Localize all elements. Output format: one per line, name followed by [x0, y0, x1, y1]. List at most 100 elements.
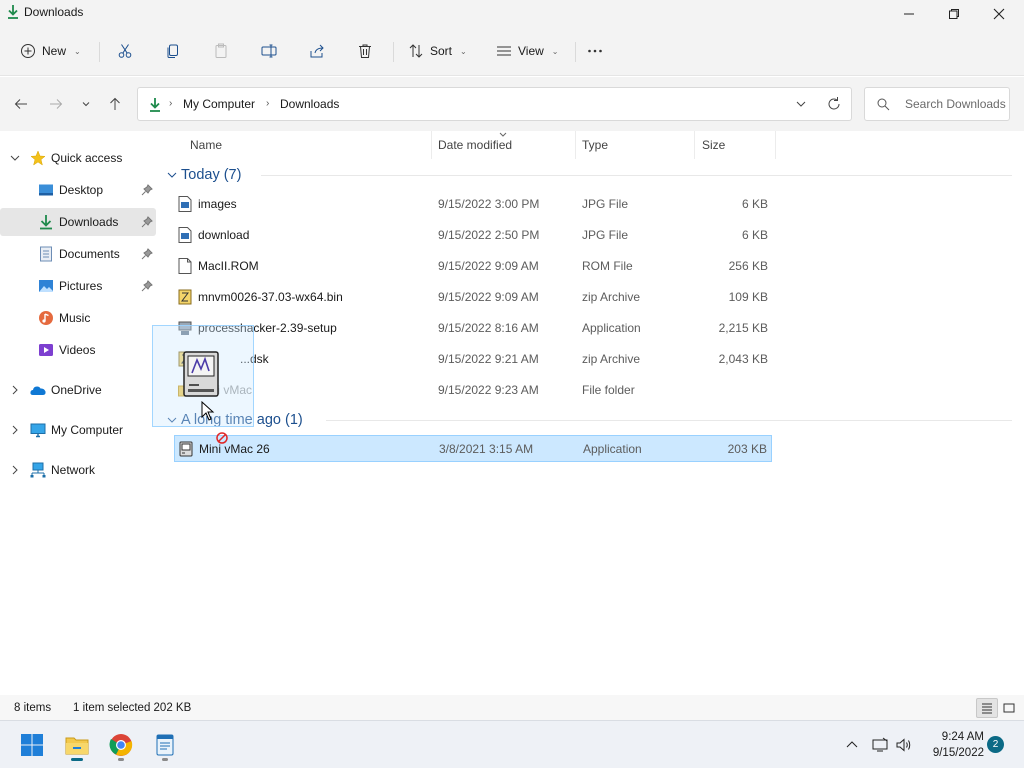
file-date: 9/15/2022 9:09 AM [438, 259, 539, 273]
chevron-up-icon[interactable] [844, 737, 860, 753]
taskbar-file-explorer[interactable] [60, 729, 94, 761]
start-button[interactable] [15, 729, 49, 761]
rename-button[interactable] [261, 38, 277, 64]
column-header-date[interactable]: Date modified [438, 138, 512, 152]
column-header-type[interactable]: Type [582, 138, 608, 152]
file-date: 9/15/2022 8:16 AM [438, 321, 539, 335]
sidebar-item-label: Network [51, 463, 96, 477]
status-bar: 8 items 1 item selected 202 KB [0, 695, 1024, 720]
clock[interactable]: 9:24 AM 9/15/2022 [922, 729, 984, 761]
arrow-up-icon [110, 97, 120, 110]
file-row[interactable]: images 9/15/2022 3:00 PM JPG File 6 KB [174, 191, 772, 218]
more-options-button[interactable] [587, 38, 603, 64]
group-divider [326, 420, 1012, 421]
column-divider[interactable] [775, 131, 776, 159]
chevron-down-icon[interactable] [10, 153, 20, 163]
share-icon [310, 44, 324, 58]
sidebar-item-label: Pictures [59, 279, 103, 293]
pin-icon[interactable] [141, 280, 153, 292]
pin-icon[interactable] [141, 216, 153, 228]
file-date: 9/15/2022 2:50 PM [438, 228, 540, 242]
navigation-pane: Quick access Desktop Downloads Documents… [0, 131, 158, 695]
file-date: 9/15/2022 9:09 AM [438, 290, 539, 304]
item-count: 8 items [14, 702, 52, 714]
pin-icon[interactable] [141, 248, 153, 260]
download-icon [40, 215, 52, 230]
sidebar-item-downloads[interactable]: Downloads [0, 208, 156, 236]
sidebar-item-label: Documents [59, 247, 120, 261]
sort-button[interactable]: Sort ⌄ [408, 38, 467, 64]
maximize-button[interactable] [931, 0, 977, 28]
toolbar-divider [575, 42, 576, 62]
group-header-today[interactable]: Today (7) [166, 163, 1012, 187]
group-header-long-time-ago[interactable]: A long time ago (1) [166, 408, 1012, 432]
sidebar-item-my-computer[interactable]: My Computer [0, 416, 156, 444]
desktop-icon [39, 184, 53, 196]
network-tray-icon[interactable] [872, 737, 888, 753]
sidebar-item-onedrive[interactable]: OneDrive [0, 376, 156, 404]
up-button[interactable] [104, 93, 126, 115]
forward-button[interactable] [45, 93, 67, 115]
chevron-down-icon: ⌄ [551, 46, 559, 56]
volume-icon[interactable] [896, 737, 912, 753]
taskbar-notepad[interactable] [148, 729, 182, 761]
back-button[interactable] [10, 93, 32, 115]
sidebar-item-quick-access[interactable]: Quick access [0, 144, 156, 172]
minimize-button[interactable] [886, 0, 932, 28]
new-button[interactable]: New ⌄ [20, 38, 81, 64]
file-row[interactable]: mnvm0026-37.03-wx64.bin 9/15/2022 9:09 A… [174, 284, 772, 311]
breadcrumb-my-computer[interactable]: My Computer [183, 97, 255, 111]
refresh-icon[interactable] [826, 96, 842, 112]
computer-icon [30, 423, 46, 438]
breadcrumb-chevron-icon[interactable]: › [266, 98, 269, 109]
image-file-icon [178, 196, 192, 212]
search-box[interactable]: Search Downloads [864, 87, 1010, 121]
chevron-right-icon[interactable] [10, 385, 20, 395]
view-button[interactable]: View ⌄ [496, 38, 559, 64]
sidebar-item-pictures[interactable]: Pictures [0, 272, 156, 300]
running-indicator [162, 758, 168, 761]
chevron-right-icon[interactable] [10, 425, 20, 435]
sidebar-item-label: My Computer [51, 423, 124, 437]
sidebar-item-desktop[interactable]: Desktop [0, 176, 156, 204]
file-row[interactable]: processhacker-2.39-setup 9/15/2022 8:16 … [174, 315, 772, 342]
file-row[interactable]: download 9/15/2022 2:50 PM JPG File 6 KB [174, 222, 772, 249]
details-view-icon [982, 703, 992, 714]
file-size: 6 KB [741, 228, 768, 242]
pin-icon[interactable] [141, 184, 153, 196]
copy-button[interactable] [165, 38, 181, 64]
breadcrumb-downloads[interactable]: Downloads [280, 97, 339, 111]
tiles-view-button[interactable] [998, 698, 1020, 718]
column-divider[interactable] [694, 131, 695, 159]
close-button[interactable] [976, 0, 1022, 28]
sidebar-item-network[interactable]: Network [0, 456, 156, 484]
column-divider[interactable] [575, 131, 576, 159]
cut-button[interactable] [117, 38, 133, 64]
file-name: MacII.ROM [198, 259, 259, 273]
file-row[interactable]: Mini vMac 9/15/2022 9:23 AM File folder [174, 377, 772, 404]
file-size: 2,043 KB [718, 352, 768, 366]
share-button[interactable] [309, 38, 325, 64]
address-bar[interactable]: › My Computer › Downloads [137, 87, 852, 121]
file-row[interactable]: Mini vMac 26 3/8/2021 3:15 AM Applicatio… [174, 435, 772, 462]
chevron-down-icon[interactable] [794, 97, 808, 111]
recent-locations-button[interactable] [75, 93, 97, 115]
sidebar-item-music[interactable]: Music [0, 304, 156, 332]
column-header-size[interactable]: Size [702, 138, 725, 152]
file-row[interactable]: ...dsk 9/15/2022 9:21 AM zip Archive 2,0… [174, 346, 772, 373]
paste-button[interactable] [213, 38, 229, 64]
breadcrumb-chevron-icon[interactable]: › [169, 98, 172, 109]
details-view-button[interactable] [976, 698, 998, 718]
notification-badge[interactable]: 2 [987, 736, 1004, 753]
file-row[interactable]: MacII.ROM 9/15/2022 9:09 AM ROM File 256… [174, 253, 772, 280]
sidebar-item-videos[interactable]: Videos [0, 336, 156, 364]
file-name: mnvm0026-37.03-wx64.bin [198, 290, 343, 304]
command-bar: New ⌄ Sort ⌄ View ⌄ [0, 28, 1024, 76]
column-header-name[interactable]: Name [190, 138, 222, 152]
sidebar-item-documents[interactable]: Documents [0, 240, 156, 268]
column-divider[interactable] [431, 131, 432, 159]
file-size: 109 KB [728, 290, 768, 304]
taskbar-chrome[interactable] [104, 729, 138, 761]
chevron-right-icon[interactable] [10, 465, 20, 475]
delete-button[interactable] [357, 38, 373, 64]
